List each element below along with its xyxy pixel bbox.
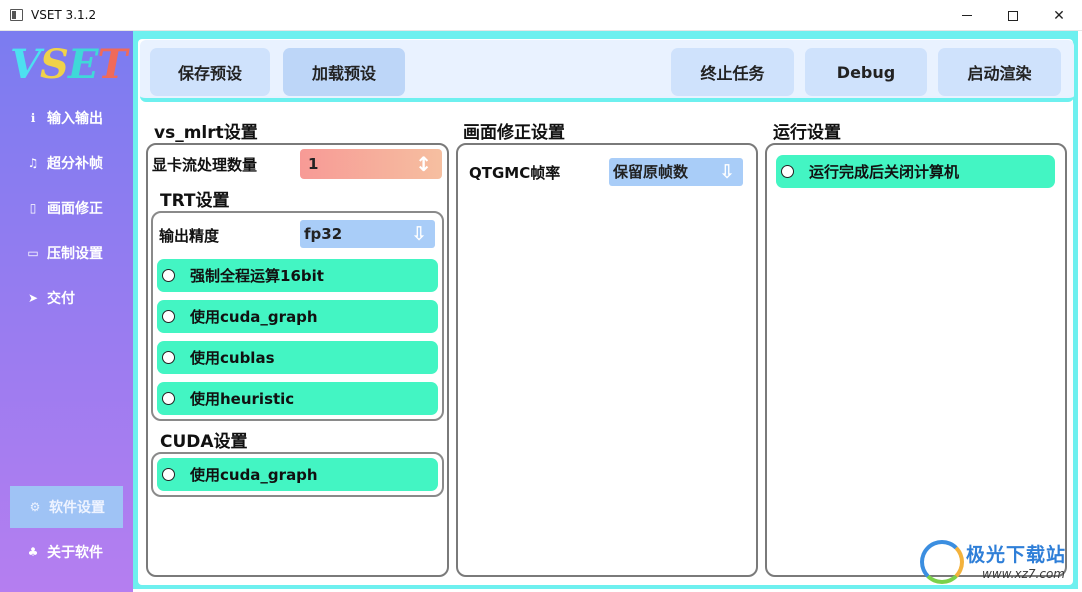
radio-indicator bbox=[162, 310, 175, 323]
maximize-icon bbox=[1008, 10, 1018, 21]
minimize-icon bbox=[962, 15, 972, 16]
precision-label: 输出精度 bbox=[159, 227, 220, 245]
radio-indicator bbox=[781, 165, 794, 178]
sidebar-item-upscale[interactable]: ♫ 超分补帧 bbox=[10, 142, 123, 184]
sidebar-item-label: 画面修正 bbox=[47, 201, 103, 217]
radio-indicator bbox=[162, 351, 175, 364]
minimize-button[interactable] bbox=[944, 0, 990, 31]
run-title: 运行设置 bbox=[773, 123, 841, 143]
watermark-url: www.xz7.com bbox=[982, 567, 1065, 581]
maximize-button[interactable] bbox=[990, 0, 1036, 31]
sidebar-item-label: 交付 bbox=[47, 291, 75, 307]
start-render-button[interactable]: 启动渲染 bbox=[938, 48, 1061, 96]
arrow-down-icon: ⇩ bbox=[411, 223, 427, 245]
title-bar: VSET 3.1.2 ✕ bbox=[0, 0, 1082, 31]
option-label: 使用cublas bbox=[190, 349, 275, 367]
sidebar-item-label: 关于软件 bbox=[47, 545, 103, 561]
sidebar-item-deliver[interactable]: ➤ 交付 bbox=[10, 277, 123, 319]
up-down-arrow-icon[interactable]: ↕ bbox=[415, 149, 432, 179]
cuda-graph-checkbox[interactable]: 使用cuda_graph bbox=[157, 458, 438, 491]
stop-task-button[interactable]: 终止任务 bbox=[671, 48, 794, 96]
close-button[interactable]: ✕ bbox=[1036, 0, 1082, 31]
option-label: 运行完成后关闭计算机 bbox=[809, 163, 960, 181]
save-preset-button[interactable]: 保存预设 bbox=[150, 48, 270, 96]
sidebar-item-label: 软件设置 bbox=[49, 500, 105, 516]
option-label: 使用cuda_graph bbox=[190, 308, 318, 326]
aurora-logo-icon bbox=[920, 540, 964, 584]
send-icon: ➤ bbox=[27, 291, 39, 305]
sidebar-item-encode[interactable]: ▭ 压制设置 bbox=[10, 232, 123, 274]
correction-panel bbox=[456, 143, 758, 577]
sidebar-item-correction[interactable]: ▯ 画面修正 bbox=[10, 187, 123, 229]
stream-count-spinbox[interactable]: 1 ↕ bbox=[300, 149, 442, 179]
correction-title: 画面修正设置 bbox=[463, 123, 565, 143]
option-label: 使用heuristic bbox=[190, 390, 295, 408]
qtgmc-value: 保留原帧数 bbox=[613, 163, 689, 181]
watermark: 极光下载站 www.xz7.com bbox=[920, 538, 1075, 586]
debug-button[interactable]: Debug bbox=[805, 48, 927, 96]
sidebar-item-settings[interactable]: ⚙ 软件设置 bbox=[10, 486, 123, 528]
monitor-icon: ▭ bbox=[27, 246, 39, 260]
sidebar-item-label: 输入输出 bbox=[47, 111, 103, 127]
qtgmc-select[interactable]: 保留原帧数 ⇩ bbox=[609, 158, 743, 186]
document-icon: ▯ bbox=[29, 201, 37, 215]
vs-mlrt-title: vs_mlrt设置 bbox=[154, 123, 258, 143]
heuristic-checkbox[interactable]: 使用heuristic bbox=[157, 382, 438, 415]
io-icon: ℹ bbox=[30, 111, 36, 125]
app-icon bbox=[10, 9, 23, 21]
window-title: VSET 3.1.2 bbox=[31, 8, 97, 22]
sidebar-item-label: 超分补帧 bbox=[47, 156, 103, 172]
trt-title: TRT设置 bbox=[160, 191, 230, 211]
sitemap-icon: ♣ bbox=[27, 545, 39, 559]
radio-indicator bbox=[162, 468, 175, 481]
sidebar-item-label: 压制设置 bbox=[47, 246, 103, 262]
bell-icon: ♫ bbox=[27, 156, 39, 170]
load-preset-button[interactable]: 加载预设 bbox=[283, 48, 405, 96]
precision-value: fp32 bbox=[304, 225, 343, 243]
sidebar-item-io[interactable]: ℹ 输入输出 bbox=[10, 97, 123, 139]
option-label: 使用cuda_graph bbox=[190, 466, 318, 484]
force-16bit-checkbox[interactable]: 强制全程运算16bit bbox=[157, 259, 438, 292]
vset-logo: VSET bbox=[10, 41, 127, 88]
stream-count-value: 1 bbox=[308, 155, 319, 173]
radio-indicator bbox=[162, 392, 175, 405]
shutdown-after-checkbox[interactable]: 运行完成后关闭计算机 bbox=[776, 155, 1055, 188]
precision-select[interactable]: fp32 ⇩ bbox=[300, 220, 435, 248]
qtgmc-label: QTGMC帧率 bbox=[469, 164, 561, 182]
gear-icon: ⚙ bbox=[29, 500, 41, 514]
close-icon: ✕ bbox=[1053, 7, 1065, 24]
run-panel bbox=[765, 143, 1067, 577]
stream-count-label: 显卡流处理数量 bbox=[152, 156, 258, 174]
cublas-checkbox[interactable]: 使用cublas bbox=[157, 341, 438, 374]
radio-indicator bbox=[162, 269, 175, 282]
arrow-down-icon: ⇩ bbox=[719, 161, 735, 183]
trt-cuda-graph-checkbox[interactable]: 使用cuda_graph bbox=[157, 300, 438, 333]
sidebar-item-about[interactable]: ♣ 关于软件 bbox=[10, 531, 123, 573]
cuda-title: CUDA设置 bbox=[160, 432, 248, 452]
toolbar bbox=[140, 40, 1074, 102]
watermark-text: 极光下载站 bbox=[966, 544, 1067, 566]
option-label: 强制全程运算16bit bbox=[190, 267, 324, 285]
